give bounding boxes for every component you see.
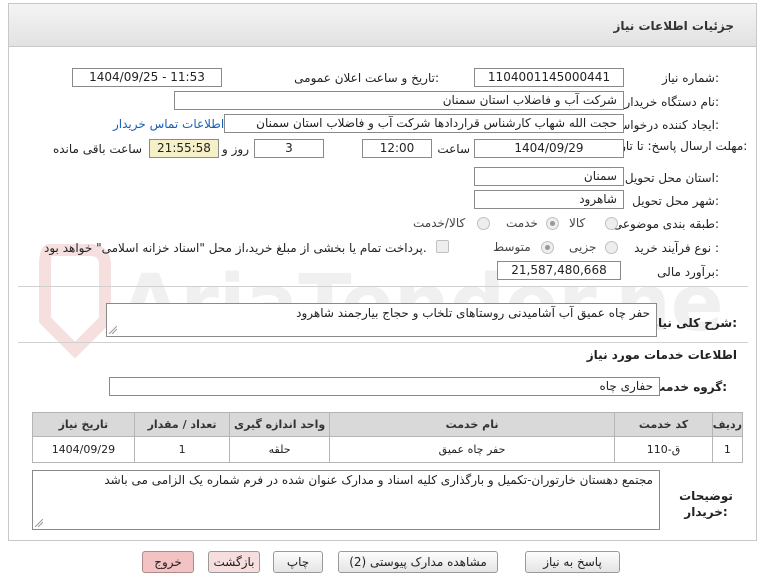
col-header-service-code: کد خدمت [614, 412, 713, 437]
cell-service-name: حفر چاه عمیق [328, 436, 616, 463]
deadline-time-field: 12:00 [362, 139, 432, 158]
process-minor-radio[interactable] [605, 241, 618, 254]
category-label: طبقه بندی موضوعی: [612, 217, 719, 231]
estimate-label: برآورد مالی: [657, 265, 719, 279]
buyer-notes-label-text: توضیحات خریدار: [679, 489, 733, 519]
col-header-row-number: ردیف [711, 412, 744, 437]
announce-field: 1404/09/25 - 11:53 [72, 68, 222, 87]
col-header-quantity: تعداد / مقدار [133, 412, 231, 437]
announce-label: تاریخ و ساعت اعلان عمومی: [294, 71, 439, 85]
buyer-notes-label: توضیحات خریدار: [671, 488, 741, 520]
view-attachments-button[interactable]: مشاهده مدارک پیوستی (2) [338, 551, 498, 573]
col-header-unit: واحد اندازه گیری [229, 412, 330, 437]
need-number-field: 1104001145000441 [474, 68, 624, 87]
days-label: روز و [222, 142, 249, 156]
service-group-label: گروه خدمت: [653, 380, 727, 394]
process-label: نوع فرآیند خرید : [634, 241, 719, 255]
city-field: شاهرود [474, 190, 624, 209]
col-header-need-date: تاریخ نیاز [32, 412, 135, 437]
back-button[interactable]: بازگشت [208, 551, 260, 573]
divider [18, 342, 748, 343]
divider [18, 286, 748, 287]
title-bar: جزئیات اطلاعات نیاز [8, 3, 757, 47]
table-row[interactable]: 1 ق-110 حفر چاه عمیق حلقه 1 1404/09/29 [32, 436, 744, 463]
deadline-label: مهلت ارسال پاسخ: تا تاریخ: [609, 139, 747, 154]
process-medium-radio[interactable] [541, 241, 554, 254]
deadline-time-label: ساعت [437, 142, 470, 156]
cell-unit: حلقه [229, 436, 330, 463]
category-goods-radio[interactable] [605, 217, 618, 230]
description-textarea[interactable]: حفر چاه عمیق آب آشامیدنی روستاهای تلخاب … [106, 303, 657, 337]
cell-quantity: 1 [133, 436, 231, 463]
page-title: جزئیات اطلاعات نیاز [613, 19, 734, 33]
city-label: شهر محل تحویل: [632, 194, 719, 208]
category-goods-label: کالا [569, 216, 586, 230]
reply-button[interactable]: پاسخ به نیاز [525, 551, 620, 573]
service-group-field: حفاری چاه [109, 377, 660, 396]
days-field: 3 [254, 139, 324, 158]
deadline-date-field: 1404/09/29 [474, 139, 624, 158]
services-section-title: اطلاعات خدمات مورد نیاز [586, 348, 737, 362]
buyer-org-label: نام دستگاه خریدار: [624, 95, 720, 109]
buyer-org-field: شرکت آب و فاضلاب استان سمنان [174, 91, 624, 110]
services-table: ردیف کد خدمت نام خدمت واحد اندازه گیری ت… [32, 412, 744, 463]
print-button[interactable]: چاپ [273, 551, 323, 573]
province-label: استان محل تحویل: [624, 171, 719, 185]
process-minor-label: جزیی [569, 240, 597, 254]
category-service-label: خدمت [506, 216, 538, 230]
deadline-label-text: مهلت ارسال پاسخ: تا تاریخ: [609, 139, 748, 153]
description-text: حفر چاه عمیق آب آشامیدنی روستاهای تلخاب … [296, 306, 650, 320]
province-field: سمنان [474, 167, 624, 186]
resize-grip-icon[interactable] [35, 519, 43, 527]
category-service-radio[interactable] [546, 217, 559, 230]
creator-field: حجت الله شهاب کارشناس قراردادها شرکت آب … [224, 114, 624, 133]
resize-grip-icon[interactable] [109, 326, 117, 334]
cell-need-date: 1404/09/29 [32, 436, 135, 463]
cell-service-code: ق-110 [614, 436, 713, 463]
col-header-service-name: نام خدمت [328, 412, 616, 437]
buyer-notes-textarea[interactable]: مجتمع دهستان خارتوران-تکمیل و بارگذاری ک… [32, 470, 660, 530]
exit-button[interactable]: خروج [142, 551, 194, 573]
treasury-payment-note: پرداخت تمام یا بخشی از مبلغ خرید،از محل … [44, 241, 427, 255]
estimate-field: 21,587,480,668 [497, 261, 621, 280]
need-number-label: شماره نیاز: [661, 71, 719, 85]
buyer-notes-text: مجتمع دهستان خارتوران-تکمیل و بارگذاری ک… [104, 473, 653, 487]
cell-row-number: 1 [711, 436, 744, 463]
description-label: شرح کلی نیاز: [651, 316, 737, 330]
category-both-label: کالا/خدمت [413, 216, 466, 230]
buyer-contact-link[interactable]: اطلاعات تماس خریدار [113, 117, 224, 131]
remaining-time-label: ساعت باقی مانده [52, 142, 142, 156]
category-both-radio[interactable] [477, 217, 490, 230]
treasury-payment-checkbox[interactable] [436, 240, 449, 253]
process-medium-label: متوسط [493, 240, 531, 254]
table-header-row: ردیف کد خدمت نام خدمت واحد اندازه گیری ت… [32, 412, 744, 437]
creator-label: ایجاد کننده درخواست: [608, 118, 719, 132]
remaining-time-field: 21:55:58 [149, 139, 219, 158]
